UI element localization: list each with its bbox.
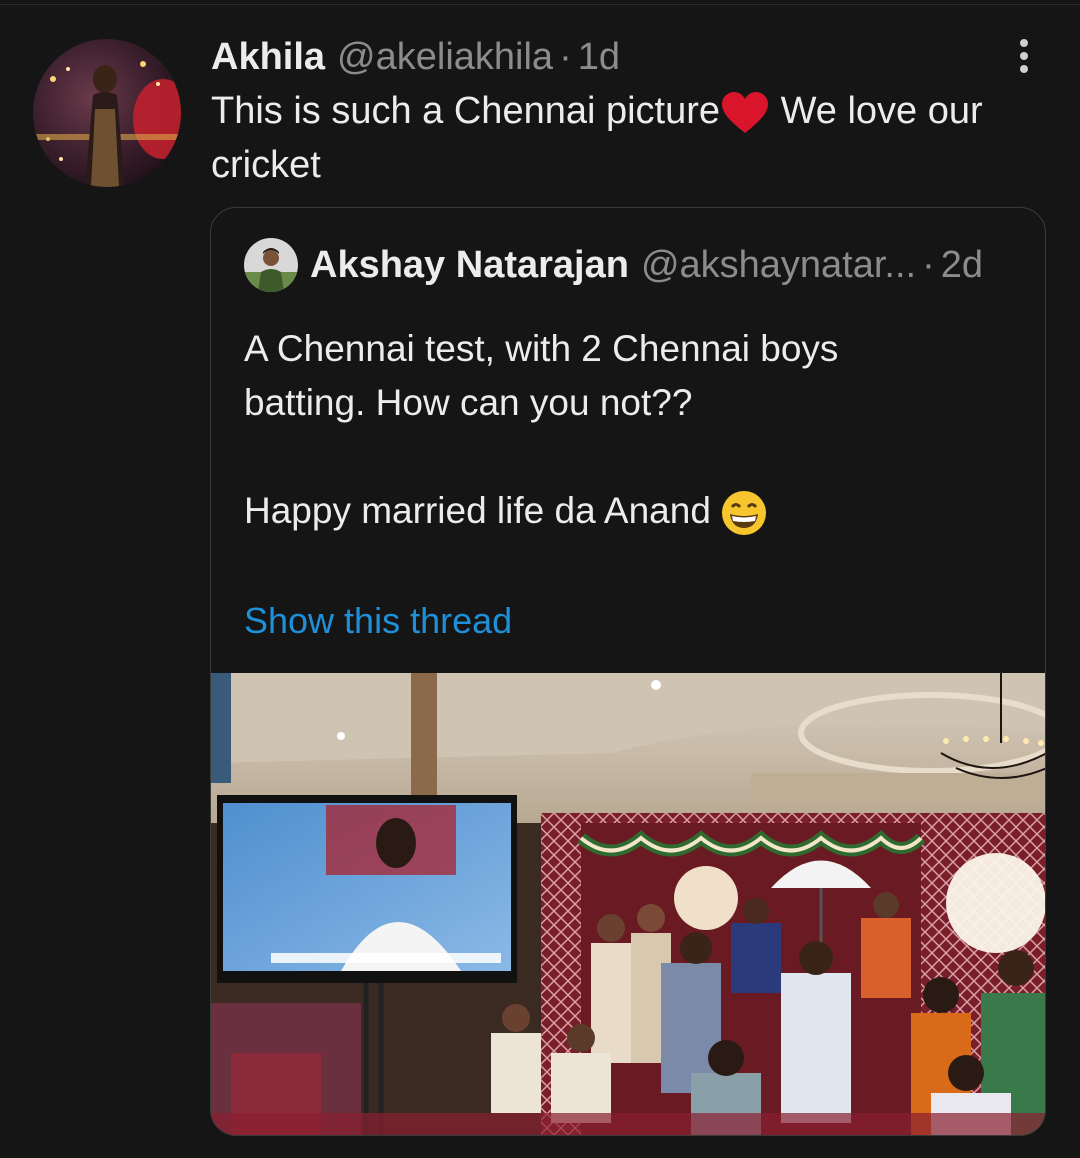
wedding-hall-photo: [211, 673, 1045, 1135]
author-handle[interactable]: @akeliakhila: [337, 36, 553, 79]
grinning-face-icon: [722, 491, 767, 536]
show-thread-link[interactable]: Show this thread: [244, 600, 512, 642]
top-divider: [0, 4, 1080, 5]
quoted-separator-dot: ·: [922, 243, 935, 286]
quoted-tweet-photo[interactable]: [211, 673, 1045, 1135]
author-name[interactable]: Akhila: [211, 36, 325, 79]
quoted-text-line: Happy married life da Anand: [244, 484, 1024, 538]
quoted-tweet-card[interactable]: Akshay Natarajan @akshaynatar... · 2d A …: [210, 207, 1046, 1136]
quoted-tweet-text: A Chennai test, with 2 Chennai boys batt…: [244, 322, 1024, 538]
more-dot-icon: [1020, 65, 1028, 73]
quoted-tweet-header: Akshay Natarajan @akshaynatar... · 2d: [310, 243, 983, 287]
quoted-author-avatar[interactable]: [244, 238, 298, 292]
quoted-author-name[interactable]: Akshay Natarajan: [310, 244, 629, 287]
quoted-text-line: A Chennai test, with 2 Chennai boys: [244, 328, 839, 369]
quoted-text-line: batting. How can you not??: [244, 382, 693, 423]
tweet-header: Akhila @akeliakhila · 1d: [211, 34, 620, 80]
more-options-button[interactable]: [1004, 34, 1044, 78]
quoted-avatar-photo: [244, 238, 298, 292]
tweet-text-part1: This is such a Chennai picture: [211, 90, 721, 132]
tweet-text: This is such a Chennai picture We love o…: [211, 84, 1051, 192]
heart-icon: [722, 91, 769, 133]
timestamp[interactable]: 1d: [578, 36, 620, 79]
more-dot-icon: [1020, 39, 1028, 47]
more-dot-icon: [1020, 52, 1028, 60]
author-avatar[interactable]: [33, 39, 181, 187]
quoted-author-handle[interactable]: @akshaynatar...: [641, 244, 916, 287]
tweet-text-part2: We love our: [770, 90, 983, 132]
tweet-text-part3: cricket: [211, 144, 321, 186]
quoted-text-line3: Happy married life da Anand: [244, 490, 711, 531]
avatar-photo: [33, 39, 181, 187]
separator-dot: ·: [559, 35, 572, 78]
quoted-timestamp[interactable]: 2d: [941, 244, 983, 287]
